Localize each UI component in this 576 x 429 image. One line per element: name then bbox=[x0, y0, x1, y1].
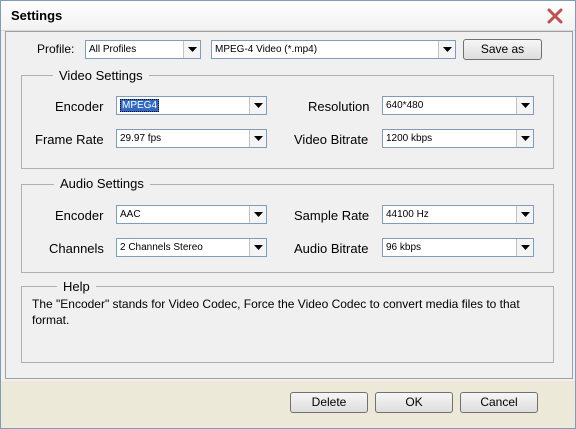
channels-label: Channels bbox=[49, 241, 104, 256]
video-settings-title: Video Settings bbox=[53, 68, 149, 83]
dropdown-arrow-icon[interactable] bbox=[516, 206, 533, 223]
video-settings-group bbox=[21, 75, 554, 169]
dropdown-arrow-icon[interactable] bbox=[438, 41, 455, 58]
dialog-title: Settings bbox=[11, 8, 63, 23]
frame-rate-label: Frame Rate bbox=[35, 132, 104, 147]
video-encoder-value: MPEG4 bbox=[120, 99, 160, 112]
dropdown-arrow-icon[interactable] bbox=[516, 239, 533, 256]
close-icon bbox=[547, 8, 563, 24]
dropdown-arrow-icon[interactable] bbox=[516, 97, 533, 114]
frame-rate-select[interactable]: 29.97 fps bbox=[116, 129, 267, 148]
audio-encoder-select[interactable]: AAC bbox=[116, 205, 267, 224]
audio-bitrate-value: 96 kbps bbox=[386, 242, 422, 253]
audio-encoder-value: AAC bbox=[120, 209, 141, 220]
settings-dialog: Settings Profile: All Profiles MPEG-4 Vi… bbox=[0, 0, 576, 429]
cancel-button[interactable]: Cancel bbox=[460, 392, 538, 413]
help-text: The "Encoder" stands for Video Codec, Fo… bbox=[32, 297, 520, 327]
sample-rate-select[interactable]: 44100 Hz bbox=[382, 205, 534, 224]
resolution-value: 640*480 bbox=[386, 100, 424, 111]
dropdown-arrow-icon[interactable] bbox=[249, 239, 266, 256]
dropdown-arrow-icon[interactable] bbox=[516, 130, 533, 147]
sample-rate-value: 44100 Hz bbox=[386, 209, 429, 220]
audio-bitrate-label: Audio Bitrate bbox=[294, 241, 369, 256]
dropdown-arrow-icon[interactable] bbox=[249, 206, 266, 223]
video-bitrate-label: Video Bitrate bbox=[294, 132, 369, 147]
video-bitrate-value: 1200 kbps bbox=[386, 133, 433, 144]
audio-settings-group bbox=[21, 184, 554, 273]
dropdown-arrow-icon[interactable] bbox=[249, 130, 266, 147]
profile-format-select[interactable]: MPEG-4 Video (*.mp4) bbox=[211, 40, 456, 59]
help-title: Help bbox=[57, 279, 96, 294]
video-bitrate-select[interactable]: 1200 kbps bbox=[382, 129, 534, 148]
sample-rate-label: Sample Rate bbox=[294, 208, 370, 223]
audio-encoder-label: Encoder bbox=[55, 208, 104, 223]
resolution-label: Resolution bbox=[308, 99, 370, 114]
audio-settings-title: Audio Settings bbox=[54, 176, 150, 191]
dropdown-arrow-icon[interactable] bbox=[249, 97, 266, 114]
save-as-button[interactable]: Save as bbox=[463, 39, 542, 60]
channels-select[interactable]: 2 Channels Stereo bbox=[116, 238, 267, 257]
profile-label: Profile: bbox=[37, 42, 75, 56]
video-encoder-label: Encoder bbox=[55, 99, 104, 114]
audio-bitrate-select[interactable]: 96 kbps bbox=[382, 238, 534, 257]
delete-button[interactable]: Delete bbox=[290, 392, 368, 413]
resolution-select[interactable]: 640*480 bbox=[382, 96, 534, 115]
profile-category-value: All Profiles bbox=[89, 44, 137, 55]
video-encoder-select[interactable]: MPEG4 bbox=[116, 96, 267, 115]
ok-button[interactable]: OK bbox=[375, 392, 453, 413]
title-bar: Settings bbox=[1, 1, 575, 31]
channels-value: 2 Channels Stereo bbox=[120, 242, 203, 253]
frame-rate-value: 29.97 fps bbox=[120, 133, 162, 144]
profile-format-value: MPEG-4 Video (*.mp4) bbox=[215, 44, 318, 55]
dropdown-arrow-icon[interactable] bbox=[183, 41, 200, 58]
profile-category-select[interactable]: All Profiles bbox=[85, 40, 201, 59]
close-button[interactable] bbox=[545, 6, 565, 26]
